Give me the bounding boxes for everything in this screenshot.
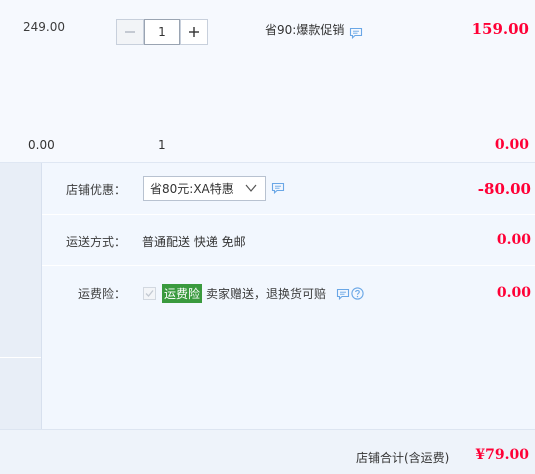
insurance-checkbox[interactable] [143, 287, 156, 300]
subtotal-left-value: 0.00 [28, 138, 55, 152]
original-price: 249.00 [23, 20, 65, 34]
help-icon[interactable] [351, 287, 364, 300]
shop-total-label: 店铺合计(含运费) [356, 451, 450, 465]
quantity-input[interactable]: 1 [144, 19, 180, 45]
chat-icon[interactable] [336, 288, 350, 300]
shop-discount-amount: -80.00 [477, 180, 531, 198]
promo-text: 省90:爆款促销 [265, 23, 345, 37]
insurance-label: 运费险： [77, 287, 126, 301]
shipping-method: 普通配送 快递 免邮 [142, 235, 246, 249]
chevron-down-icon [245, 184, 257, 192]
promo-info: 省90:爆款促销 [265, 21, 363, 39]
item-price: 159.00 [471, 20, 529, 38]
shipping-row: 运送方式： 普通配送 快递 免邮 0.00 [42, 215, 535, 266]
shop-discount-selected: 省80元:XA特惠 [150, 182, 234, 196]
subtotal-quantity: 1 [158, 138, 166, 152]
increase-button[interactable] [180, 19, 208, 45]
insurance-description: 卖家赠送，退换货可赔 [206, 287, 327, 301]
minus-icon [125, 31, 135, 33]
chat-icon[interactable] [349, 27, 363, 39]
left-divider [0, 357, 41, 358]
shipping-insurance-row: 运费险： 运费险 卖家赠送，退换货可赔 0.00 [42, 266, 535, 429]
shipping-amount: 0.00 [496, 232, 531, 248]
options-panel: 店铺优惠： 省80元:XA特惠 -80.00 运送方式： 普通配送 快递 免邮 [42, 163, 535, 429]
insurance-option: 运费险 卖家赠送，退换货可赔 [143, 284, 364, 303]
shop-discount-label: 店铺优惠： [65, 183, 126, 197]
shop-discount-select[interactable]: 省80元:XA特惠 [143, 176, 266, 201]
chat-icon[interactable] [271, 182, 285, 194]
checkmark-icon [145, 290, 154, 297]
insurance-amount: 0.00 [496, 285, 531, 301]
left-column [0, 163, 42, 429]
shop-options-section: 店铺优惠： 省80元:XA特惠 -80.00 运送方式： 普通配送 快递 免邮 [0, 163, 535, 429]
shop-total-value: ¥79.00 [475, 447, 529, 463]
plus-icon [189, 27, 199, 37]
order-page: 249.00 1 省90:爆款促销 159.00 0.00 1 0.00 店铺优… [0, 0, 535, 474]
quantity-stepper: 1 [116, 19, 208, 45]
shop-discount-row: 店铺优惠： 省80元:XA特惠 -80.00 [42, 163, 535, 215]
insurance-badge: 运费险 [162, 284, 203, 303]
shipping-label: 运送方式： [65, 235, 126, 249]
item-area: 249.00 1 省90:爆款促销 159.00 0.00 1 0.00 [0, 0, 535, 163]
decrease-button[interactable] [116, 19, 144, 45]
subtotal-amount: 0.00 [494, 137, 529, 153]
shop-total-bar: 店铺合计(含运费) ¥79.00 [0, 429, 535, 474]
